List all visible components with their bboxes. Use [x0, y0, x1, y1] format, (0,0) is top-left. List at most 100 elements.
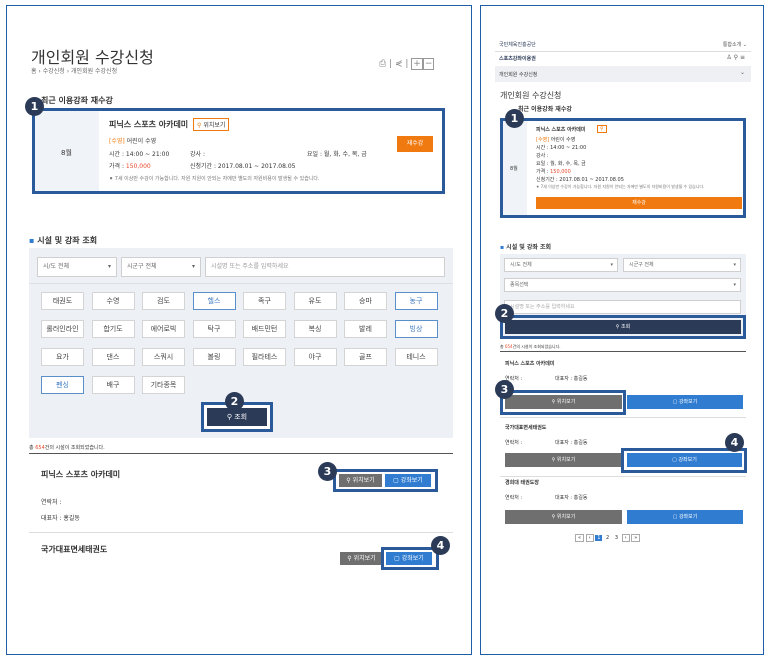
topright-menu[interactable]: 통합소개 ⌄ — [723, 41, 747, 48]
category-0[interactable]: 태권도 — [41, 292, 84, 310]
result-1-location-button[interactable]: ⚲ 위치보기 — [339, 474, 382, 487]
category-26[interactable]: 기타종목 — [142, 376, 185, 394]
mobile-search-button[interactable]: ⚲ 조회 — [505, 320, 741, 334]
mobile-city-select[interactable]: 시/도 전체 ▾ — [504, 258, 618, 272]
search-input[interactable]: 시설명 또는 주소를 입력하세요 — [205, 257, 445, 277]
pin-icon: ⚲ — [197, 122, 202, 129]
category-18[interactable]: 스쿼시 — [142, 348, 185, 366]
page-1[interactable]: 1 — [595, 535, 603, 541]
mobile-sport-select[interactable]: 종목선택 ▾ — [504, 278, 741, 292]
mobile-pin-icon[interactable]: ⚲ — [597, 125, 607, 133]
category-5[interactable]: 유도 — [293, 292, 337, 310]
badge-4: 4 — [431, 536, 450, 555]
mobile-header: 스포츠강좌이용권 ♙ ⚲ ≡ — [495, 51, 751, 65]
category-19[interactable]: 볼링 — [192, 348, 236, 366]
card-price: 가격 : 150,000 — [109, 163, 151, 170]
category-16[interactable]: 요가 — [41, 348, 84, 366]
card-time: 시간 : 14:00 ~ 21:00 — [109, 151, 170, 158]
mobile-topbar: 국민체육진흥공단 통합소개 ⌄ — [495, 39, 751, 51]
category-23[interactable]: 테니스 — [394, 348, 438, 366]
mobile-badge-2: 2 — [495, 304, 514, 323]
mobile-frame: 국민체육진흥공단 통합소개 ⌄ 스포츠강좌이용권 ♙ ⚲ ≡ 개인회원 수강신청… — [480, 5, 764, 655]
mobile-result-2-course-button[interactable]: ▢ 강좌보기 — [627, 453, 742, 467]
category-3[interactable]: 헬스 — [192, 292, 236, 310]
card-month: 8월 — [61, 149, 72, 157]
category-6[interactable]: 승마 — [344, 292, 387, 310]
mobile-card-course: [수영] 어린이 수영 — [536, 137, 576, 143]
menu-icon[interactable]: ≡ — [740, 54, 745, 61]
mobile-result-1-name: 피닉스 스포츠 아카데미 — [505, 361, 555, 367]
category-25[interactable]: 배구 — [91, 376, 135, 394]
next-page-button[interactable]: › — [621, 534, 630, 542]
district-select[interactable]: 시군구 전체 ▾ — [121, 257, 201, 277]
mobile-recent-heading: 최근 이용강좌 재수강 — [518, 106, 572, 113]
search-button[interactable]: ⚲ 조회 — [207, 408, 267, 426]
mobile-card-facility: 피닉스 스포츠 아카데미 — [536, 127, 586, 133]
prev-page-button[interactable]: ‹ — [585, 534, 594, 542]
category-8[interactable]: 롤러인라인 — [41, 320, 84, 338]
search-panel: 시/도 전체 ▾ 시군구 전체 ▾ 시설명 또는 주소를 입력하세요 태권도 수영 검도… — [29, 248, 453, 438]
category-10[interactable]: 에어로빅 — [142, 320, 185, 338]
category-4[interactable]: 족구 — [243, 292, 286, 310]
mobile-card-period: 신청기간 : 2017.08.01 ~ 2017.08.05 — [536, 177, 624, 183]
share-icon[interactable]: ⋞ — [395, 59, 403, 69]
mobile-district-select[interactable]: 시군구 전체 ▾ — [623, 258, 741, 272]
category-12[interactable]: 배드민턴 — [243, 320, 286, 338]
category-20[interactable]: 필라테스 — [243, 348, 286, 366]
mobile-result-3-location-button[interactable]: ⚲ 위치보기 — [505, 510, 622, 524]
retake-button[interactable]: 재수강 — [397, 136, 433, 152]
card-day: 요일 : 월, 화, 수, 목, 금 — [307, 151, 367, 158]
search-icon[interactable]: ⚲ — [734, 54, 738, 61]
user-icon[interactable]: ♙ — [726, 54, 731, 61]
category-22[interactable]: 골프 — [344, 348, 387, 366]
category-7[interactable]: 농구 — [394, 292, 438, 310]
category-1[interactable]: 수영 — [91, 292, 135, 310]
zoom-out-icon[interactable]: − — [422, 58, 435, 70]
pagination: « ‹ 1 2 3 › » — [575, 534, 641, 546]
result-2-name: 국가대표면세태권도 — [41, 545, 108, 554]
badge-1: 1 — [25, 97, 44, 116]
card-location-button[interactable]: ⚲ 위치보기 — [193, 118, 230, 131]
card-teacher: 강사 : — [190, 151, 205, 158]
result-2-location-button[interactable]: ⚲ 위치보기 — [340, 552, 383, 565]
category-24[interactable]: 펜싱 — [41, 376, 84, 394]
category-14[interactable]: 발레 — [344, 320, 387, 338]
mobile-search-heading: ▪ 시설 및 강좌 조회 — [500, 244, 552, 251]
mobile-search-input[interactable]: 시설명 또는 주소를 입력하세요 — [504, 300, 741, 314]
zoom-in-icon[interactable]: + — [411, 58, 423, 70]
last-page-button[interactable]: » — [631, 534, 641, 542]
mobile-search-highlight: ⚲ 조회 — [500, 315, 746, 339]
category-11[interactable]: 탁구 — [192, 320, 236, 338]
desktop-frame: 개인회원 수강신청 홈 › 수강신청 › 개인회원 수강신청 ⎙ | ⋞ | +… — [6, 5, 472, 655]
result-1-course-button[interactable]: ▢ 강좌보기 — [385, 474, 431, 487]
city-select[interactable]: 시/도 전체 ▾ — [37, 257, 117, 277]
result-1-name: 피닉스 스포츠 아카데미 — [41, 470, 121, 479]
result-2-course-button[interactable]: ▢ 강좌보기 — [386, 552, 432, 565]
result-count: 총 654건의 시설이 조회되었습니다. — [29, 445, 105, 451]
mobile-result-3-course-button[interactable]: ▢ 강좌보기 — [627, 510, 743, 524]
page-2[interactable]: 2 — [604, 535, 611, 541]
print-icon[interactable]: ⎙ — [379, 59, 386, 69]
category-13[interactable]: 복싱 — [293, 320, 337, 338]
category-2[interactable]: 검도 — [142, 292, 185, 310]
mobile-result-1-course-button[interactable]: ▢ 강좌보기 — [627, 395, 743, 409]
category-21[interactable]: 야구 — [293, 348, 337, 366]
page-3[interactable]: 3 — [613, 535, 620, 541]
category-9[interactable]: 합기도 — [91, 320, 135, 338]
category-17[interactable]: 댄스 — [91, 348, 135, 366]
card-period: 신청기간 : 2017.08.01 ~ 2017.08.05 — [190, 163, 296, 170]
toolbar: ⎙ | ⋞ | + − — [379, 58, 435, 70]
mobile-retake-button[interactable]: 재수강 — [536, 197, 742, 209]
breadcrumb: 홈 › 수강신청 › 개인회원 수강신청 — [31, 68, 118, 75]
first-page-button[interactable]: « — [575, 534, 585, 542]
badge-3: 3 — [318, 462, 337, 481]
mobile-result-2-rep: 대표자 : 홍길동 — [555, 440, 588, 446]
mobile-result-2-name: 국가대표면세태권도 — [505, 425, 547, 431]
mobile-result-1-location-button[interactable]: ⚲ 위치보기 — [505, 395, 622, 409]
mobile-card-time: 시간 : 14:00 ~ 21:00 — [536, 145, 587, 151]
mobile-nav[interactable]: 개인회원 수강신청 ⌄ — [495, 66, 751, 82]
search-heading: ▪ 시설 및 강좌 조회 — [29, 236, 98, 245]
mobile-result-2-location-button[interactable]: ⚲ 위치보기 — [505, 453, 622, 467]
category-15[interactable]: 빙상 — [394, 320, 438, 338]
mobile-result-3-name: 경희대 태권도장 — [505, 480, 539, 486]
